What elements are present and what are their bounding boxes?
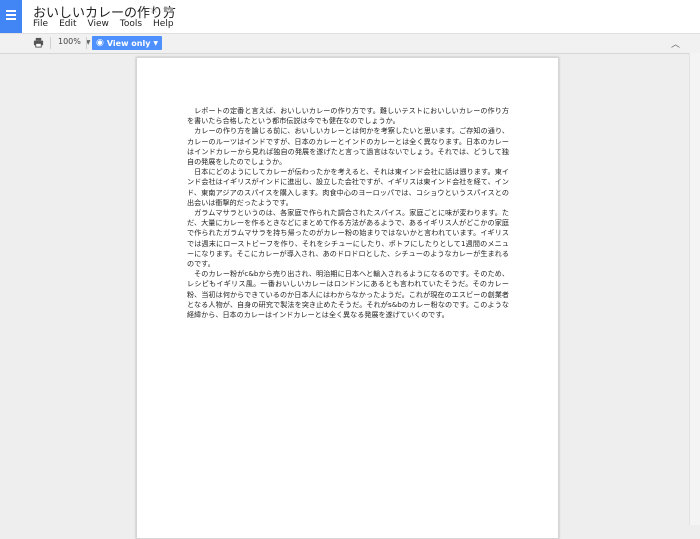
menu-tools[interactable]: Tools — [120, 19, 142, 31]
chevron-down-icon: ▼ — [153, 39, 159, 47]
paragraph: レポートの定番と言えば、おいしいカレーの作り方です。難しいテストにおいしいカレー… — [187, 106, 509, 126]
star-icon[interactable]: ☆ — [149, 3, 159, 16]
menu-file[interactable]: File — [33, 19, 48, 31]
paragraph: カレーの作り方を論じる前に、おいしいカレーとは何かを考察したいと思います。ご存知… — [187, 126, 509, 167]
vertical-scrollbar[interactable] — [689, 53, 700, 525]
toolbar-divider — [86, 37, 87, 49]
menu-view[interactable]: View — [88, 19, 109, 31]
paragraph: そのカレー粉がc&bから売り出され、明治期に日本へと輸入されるようになるのです。… — [187, 269, 509, 320]
toolbar: 100% ▼ ◉ View only ▼ ︿ — [0, 33, 700, 54]
view-only-mode-button[interactable]: ◉ View only ▼ — [92, 36, 163, 50]
menu-bar: File Edit View Tools Help — [33, 19, 185, 31]
toolbar-divider — [50, 37, 51, 49]
paragraph: ガラムマサラというのは、各家庭で作られた調合されたスパイス。家庭ごとに味が変わり… — [187, 208, 509, 269]
menu-help[interactable]: Help — [153, 19, 174, 31]
app-header: おいしいカレーの作り方 ☆ File Edit View Tools Help — [0, 0, 700, 33]
print-icon[interactable] — [33, 37, 44, 48]
zoom-value: 100% — [58, 37, 81, 46]
document-body: レポートの定番と言えば、おいしいカレーの作り方です。難しいテストにおいしいカレー… — [187, 106, 509, 320]
view-mode-label: View only — [106, 38, 151, 48]
paragraph: 日本にどのようにしてカレーが伝わったかを考えると、それは東インド会社に話は遡りま… — [187, 167, 509, 207]
collapse-chevron-icon[interactable]: ︿ — [671, 37, 680, 50]
menu-edit[interactable]: Edit — [59, 19, 76, 31]
docs-app-icon[interactable] — [0, 0, 22, 33]
document-page: レポートの定番と言えば、おいしいカレーの作り方です。難しいテストにおいしいカレー… — [136, 57, 559, 539]
drive-folder-icon[interactable] — [163, 3, 174, 14]
eye-icon: ◉ — [96, 38, 104, 48]
